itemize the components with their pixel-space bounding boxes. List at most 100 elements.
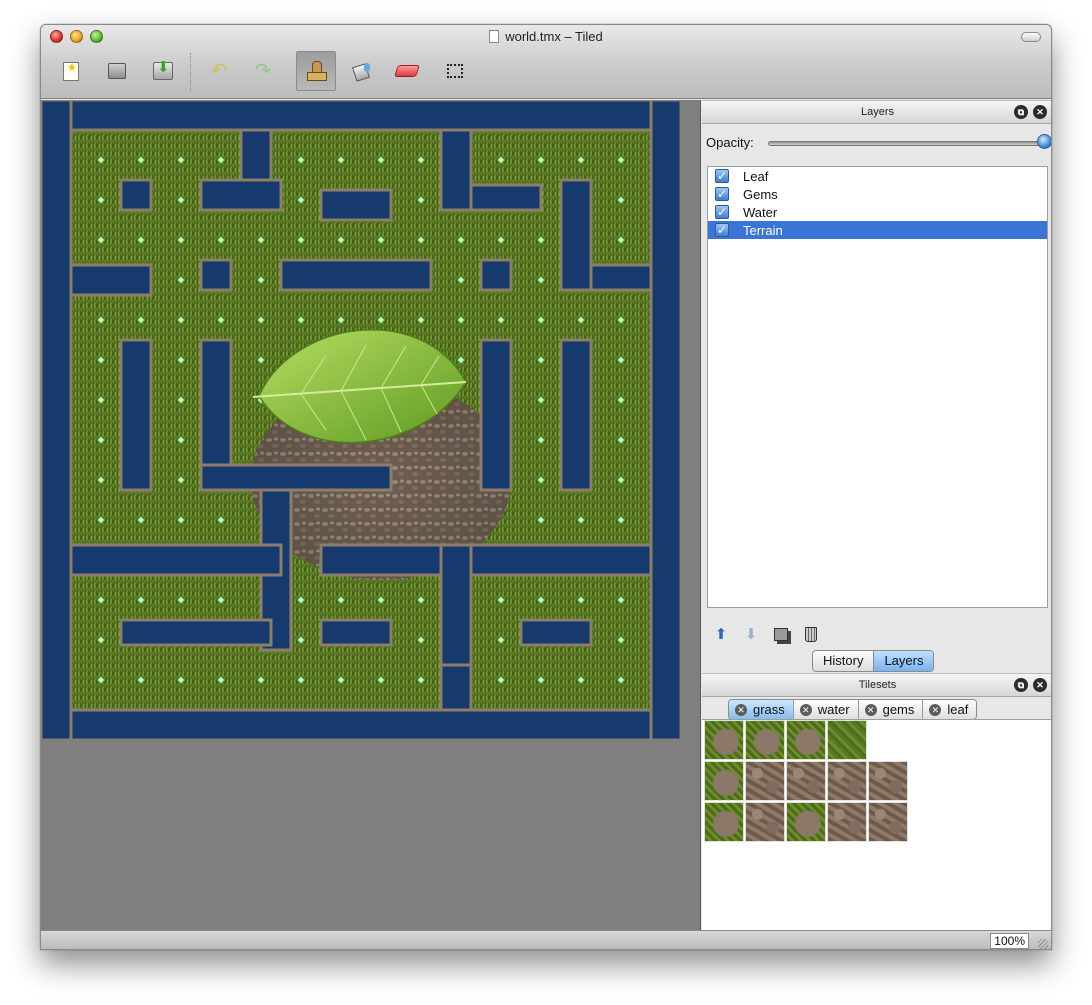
stamp-brush-button[interactable] <box>296 51 336 91</box>
new-document-icon <box>63 61 79 81</box>
water-channel <box>69 263 153 297</box>
bucket-fill-button[interactable] <box>341 51 381 91</box>
layer-row-water[interactable]: ✓ Water <box>708 203 1047 221</box>
water-channel <box>41 708 681 740</box>
layer-row-gems[interactable]: ✓ Gems <box>708 185 1047 203</box>
water-channel <box>649 100 681 740</box>
layer-list[interactable]: ✓ Leaf ✓ Gems ✓ Water ✓ Terrain <box>707 166 1048 608</box>
tilesets-float-button[interactable]: ⧉ <box>1014 678 1028 692</box>
trash-icon <box>805 626 817 642</box>
water-channel <box>119 178 153 212</box>
save-button[interactable] <box>143 51 183 91</box>
layer-visibility-checkbox[interactable]: ✓ <box>715 187 729 201</box>
water-channel <box>469 183 543 212</box>
layer-actions: ⬆ ⬇ <box>712 623 820 645</box>
water-channel <box>41 100 681 132</box>
toolbar-separator <box>190 53 191 91</box>
water-channel <box>199 258 233 292</box>
tile-map[interactable] <box>41 100 681 740</box>
opacity-row: Opacity: <box>702 130 1051 154</box>
water-channel <box>319 543 653 577</box>
layer-row-terrain[interactable]: ✓ Terrain <box>708 221 1047 239</box>
tileset-tile[interactable] <box>827 802 867 842</box>
duplicate-icon <box>774 627 788 641</box>
delete-layer-button[interactable] <box>802 625 820 643</box>
window-title: world.tmx – Tiled <box>41 29 1051 44</box>
tileset-view[interactable] <box>702 719 1051 930</box>
tileset-tile[interactable] <box>745 761 785 801</box>
tileset-tile[interactable] <box>704 761 744 801</box>
tileset-tile[interactable] <box>786 802 826 842</box>
toolbar-toggle-button[interactable] <box>1021 32 1041 42</box>
tab-layers[interactable]: Layers <box>873 651 934 671</box>
tab-tileset-grass[interactable]: ✕ grass <box>729 700 793 719</box>
tileset-tab-label: water <box>817 701 850 717</box>
map-canvas[interactable] <box>41 100 701 930</box>
rectangle-select-button[interactable] <box>435 51 475 91</box>
close-tileset-icon[interactable]: ✕ <box>929 703 942 716</box>
status-bar: 100% <box>41 930 1051 949</box>
layers-panel-title: Layers ⧉ ✕ <box>702 100 1051 124</box>
close-tileset-icon[interactable]: ✕ <box>799 703 812 716</box>
opacity-slider-knob[interactable] <box>1037 134 1051 149</box>
tab-tileset-water[interactable]: ✕ water <box>792 700 858 719</box>
tileset-tab-label: grass <box>753 701 785 717</box>
app-window: world.tmx – Tiled ↶ ↷ <box>40 24 1052 950</box>
water-channel <box>319 188 393 222</box>
tileset-tab-bar: ✕ grass ✕ water ✕ gems ✕ leaf <box>728 699 978 720</box>
tileset-tile[interactable] <box>868 802 908 842</box>
water-channel <box>439 128 473 212</box>
new-map-button[interactable] <box>51 51 91 91</box>
save-icon <box>153 58 173 80</box>
tab-tileset-gems[interactable]: ✕ gems <box>857 700 923 719</box>
tab-tileset-leaf[interactable]: ✕ leaf <box>922 700 977 719</box>
water-channel <box>279 258 433 292</box>
layer-row-leaf[interactable]: ✓ Leaf <box>708 167 1047 185</box>
tileset-tile[interactable] <box>786 761 826 801</box>
duplicate-layer-button[interactable] <box>772 625 790 643</box>
tileset-tile[interactable] <box>745 802 785 842</box>
move-layer-down-button[interactable]: ⬇ <box>742 625 760 643</box>
zoom-level[interactable]: 100% <box>990 933 1029 949</box>
bucket-fill-icon <box>352 61 370 81</box>
opacity-slider[interactable] <box>768 141 1044 146</box>
tileset-tile[interactable] <box>827 720 867 760</box>
tilesets-panel: Tilesets ⧉ ✕ ✕ grass ✕ water ✕ gems ✕ leaf <box>702 673 1051 930</box>
water-channel <box>199 178 283 212</box>
tileset-tile[interactable] <box>827 761 867 801</box>
tilesets-close-button[interactable]: ✕ <box>1033 678 1047 692</box>
layer-name: Gems <box>743 186 778 202</box>
tab-history[interactable]: History <box>813 651 874 671</box>
layers-close-button[interactable]: ✕ <box>1033 105 1047 119</box>
tileset-tile[interactable] <box>704 720 744 760</box>
water-channel <box>589 263 653 292</box>
stamp-icon <box>307 61 327 81</box>
undo-icon: ↶ <box>210 60 228 82</box>
tileset-tile[interactable] <box>745 720 785 760</box>
tileset-tab-label: gems <box>882 701 915 717</box>
layer-visibility-checkbox[interactable]: ✓ <box>715 205 729 219</box>
water-channel <box>41 100 73 740</box>
water-channel <box>479 258 513 292</box>
layers-panel: Layers ⧉ ✕ Opacity: ✓ Leaf ✓ Gems ✓ Water ✓ Ter… <box>702 100 1051 673</box>
move-layer-up-button[interactable]: ⬆ <box>712 625 730 643</box>
layer-visibility-checkbox[interactable]: ✓ <box>715 169 729 183</box>
layer-visibility-checkbox[interactable]: ✓ <box>715 223 729 237</box>
eraser-button[interactable] <box>387 51 427 91</box>
tileset-tile[interactable] <box>704 802 744 842</box>
open-button[interactable] <box>97 51 137 91</box>
resize-grip-icon[interactable] <box>1038 939 1048 949</box>
eraser-icon <box>394 65 420 77</box>
opacity-label: Opacity: <box>706 135 754 150</box>
water-channel <box>439 543 473 677</box>
redo-button[interactable]: ↷ <box>243 51 283 91</box>
layers-float-button[interactable]: ⧉ <box>1014 105 1028 119</box>
water-channel <box>479 338 513 492</box>
water-channel <box>119 618 273 647</box>
close-tileset-icon[interactable]: ✕ <box>864 703 877 716</box>
tileset-tile[interactable] <box>868 761 908 801</box>
water-channel <box>319 618 393 647</box>
tileset-tile[interactable] <box>786 720 826 760</box>
undo-button[interactable]: ↶ <box>199 51 239 91</box>
close-tileset-icon[interactable]: ✕ <box>735 703 747 716</box>
